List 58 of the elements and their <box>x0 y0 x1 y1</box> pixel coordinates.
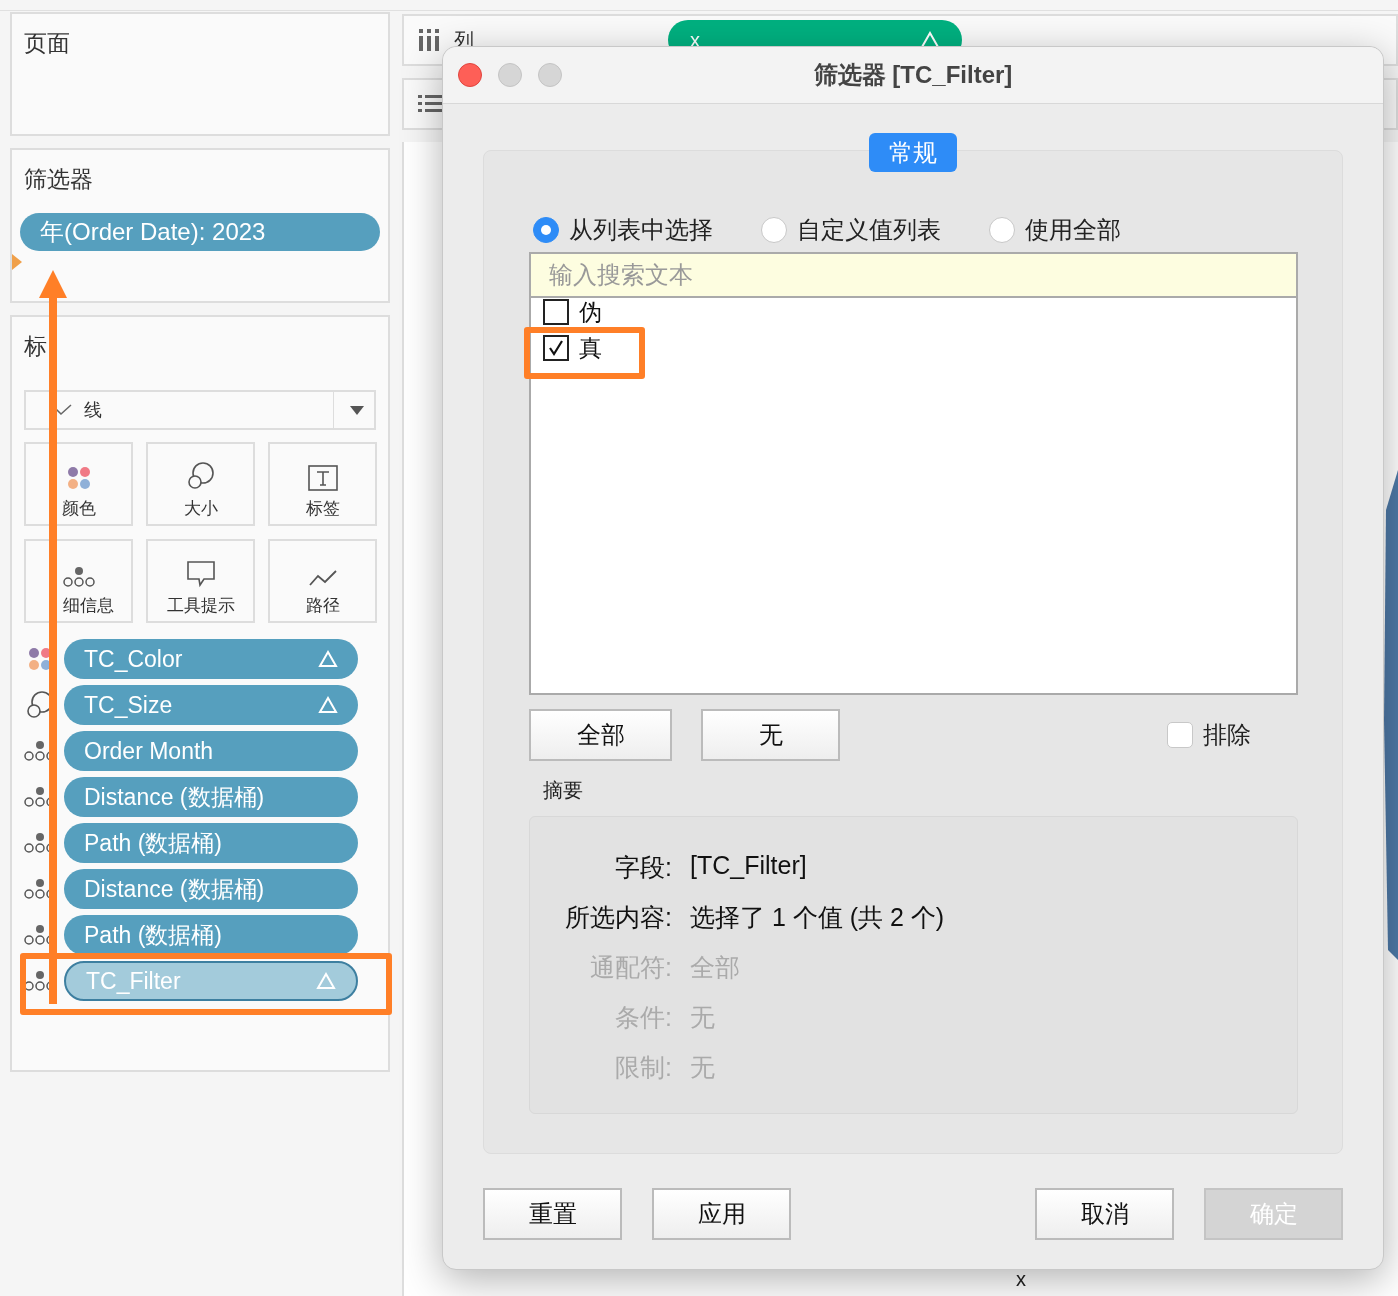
value-label[interactable]: 真 <box>579 335 602 361</box>
check-icon <box>546 338 566 358</box>
checkbox-label[interactable]: 排除 <box>1203 719 1251 751</box>
color-dots-icon <box>65 465 92 491</box>
summary-label: 条件: <box>614 1002 672 1033</box>
checkbox[interactable] <box>543 335 569 361</box>
summary-value: 无 <box>690 1002 716 1033</box>
summary-value: 无 <box>690 1052 716 1083</box>
card-title: 页面 <box>24 29 71 58</box>
summary-value: 选择了 1 个值 (共 2 个) <box>690 902 946 933</box>
circles-icon <box>185 461 216 491</box>
none-button[interactable]: 无 <box>701 709 840 761</box>
radio-label[interactable]: 自定义值列表 <box>797 214 941 246</box>
columns-icon <box>418 29 440 51</box>
mark-type-dropdown[interactable]: 线 <box>24 390 376 430</box>
radio-label[interactable]: 使用全部 <box>1025 214 1121 246</box>
summary-label: 字段: <box>614 852 672 883</box>
dialog-button[interactable]: 重置 <box>483 1188 622 1240</box>
value-label[interactable]: 伪 <box>579 299 602 325</box>
all-button[interactable]: 全部 <box>529 709 672 761</box>
radio-button[interactable] <box>533 217 559 243</box>
zoom-button[interactable] <box>538 63 562 87</box>
caret-icon <box>350 405 364 415</box>
drop-marker-icon <box>12 254 22 270</box>
triangle-icon <box>318 696 338 714</box>
radio-label[interactable]: 从列表中选择 <box>569 214 713 246</box>
dialog-title: 筛选器 [TC_Filter] <box>813 60 1013 90</box>
summary-label: 所选内容: <box>564 902 672 933</box>
close-button[interactable] <box>458 63 482 87</box>
check-icon <box>54 404 72 416</box>
triangle-icon <box>316 972 336 990</box>
section-title: 摘要 <box>542 778 584 803</box>
summary-label: 限制: <box>614 1052 672 1083</box>
checkbox[interactable] <box>543 299 569 325</box>
radio-button[interactable] <box>989 217 1015 243</box>
summary-label: 通配符: <box>589 952 672 983</box>
detail-dots-icon <box>62 566 95 588</box>
line-path-icon <box>307 568 338 588</box>
mark-property-button[interactable]: 大小 <box>146 442 255 526</box>
radio-button[interactable] <box>761 217 787 243</box>
dialog-button[interactable]: 应用 <box>652 1188 791 1240</box>
mark-property-button[interactable]: 颜色 <box>24 442 133 526</box>
mark-property-button[interactable]: 工具提示 <box>146 539 255 623</box>
rows-icon <box>418 95 442 113</box>
card-title: 标 <box>24 332 47 361</box>
minimize-button[interactable] <box>498 63 522 87</box>
mark-property-button[interactable]: 标签 <box>268 442 377 526</box>
axis-label: x <box>1016 1268 1026 1291</box>
mark-property-button[interactable]: 路径 <box>268 539 377 623</box>
summary-value: 全部 <box>690 952 741 983</box>
speech-bubble-icon <box>185 560 216 588</box>
card-title: 筛选器 <box>24 165 94 194</box>
search-field[interactable]: 输入搜索文本 <box>531 254 1296 298</box>
summary-value: [TC_Filter] <box>690 851 808 881</box>
mark-property-button[interactable]: 细信息 <box>24 539 133 623</box>
dialog-button[interactable]: 取消 <box>1035 1188 1174 1240</box>
triangle-icon <box>318 650 338 668</box>
text-label-icon <box>307 465 338 491</box>
